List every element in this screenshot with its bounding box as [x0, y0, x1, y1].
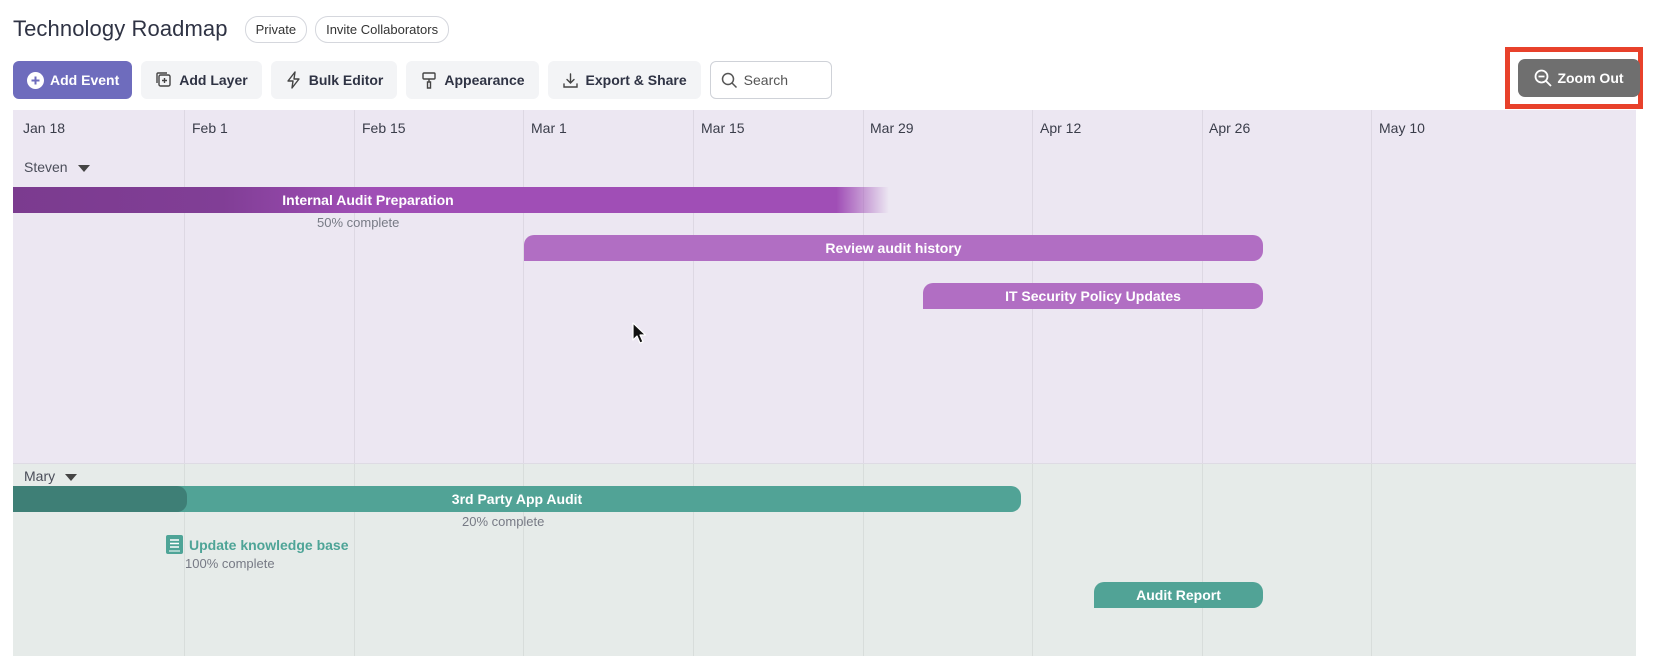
date-label: Apr 12	[1040, 120, 1082, 136]
appearance-button[interactable]: Appearance	[406, 61, 539, 99]
gridline	[693, 110, 694, 463]
zoom-out-label: Zoom Out	[1557, 70, 1624, 86]
date-label: May 10	[1379, 120, 1425, 136]
timeline: Jan 18 Feb 1 Feb 15 Mar 1 Mar 15 Mar 29 …	[13, 110, 1636, 656]
progress-label: 20% complete	[462, 514, 545, 529]
event-update-knowledge-base[interactable]: Update knowledge base	[166, 535, 348, 554]
lane-name: Steven	[24, 159, 68, 175]
progress-label: 50% complete	[317, 215, 400, 230]
add-event-button[interactable]: Add Event	[13, 61, 133, 99]
lane-label-steven[interactable]: Steven	[24, 159, 90, 175]
appearance-label: Appearance	[444, 72, 525, 88]
add-layer-button[interactable]: Add Layer	[141, 61, 262, 99]
search-icon	[721, 72, 738, 89]
progress-label: 100% complete	[185, 556, 275, 571]
search-input[interactable]: Search	[709, 61, 832, 99]
lightning-icon	[285, 71, 303, 89]
lane-steven: Jan 18 Feb 1 Feb 15 Mar 1 Mar 15 Mar 29 …	[13, 110, 1636, 463]
event-it-security-policy-updates[interactable]: IT Security Policy Updates	[923, 283, 1263, 309]
gridline	[354, 110, 355, 463]
event-title: 3rd Party App Audit	[451, 491, 583, 507]
add-layer-icon	[155, 71, 173, 89]
export-share-label: Export & Share	[585, 72, 687, 88]
lane-name: Mary	[24, 468, 56, 484]
gridline	[1202, 464, 1203, 656]
plus-circle-icon	[26, 71, 44, 89]
add-event-label: Add Event	[50, 72, 120, 88]
date-label: Jan 18	[23, 120, 66, 136]
page-title: Technology Roadmap	[13, 16, 228, 41]
gridline	[1371, 464, 1372, 656]
toolbar: Add Event Add Layer Bulk Editor Appearan…	[13, 61, 832, 99]
date-label: Apr 26	[1209, 120, 1251, 136]
book-icon	[166, 535, 183, 554]
gridline	[1032, 464, 1033, 656]
event-audit-report[interactable]: Audit Report	[1094, 582, 1263, 608]
zoom-out-button[interactable]: Zoom Out	[1518, 59, 1640, 97]
invite-collaborators-button[interactable]: Invite Collaborators	[315, 15, 450, 43]
date-label: Feb 1	[192, 120, 228, 136]
lane-mary: Mary 3rd Party App Audit 20% complete Up…	[13, 463, 1636, 656]
date-label: Mar 15	[701, 120, 745, 136]
progress-fill	[13, 486, 188, 512]
date-label: Feb 15	[362, 120, 406, 136]
event-title: Update knowledge base	[189, 536, 349, 553]
zoom-out-icon	[1534, 69, 1553, 87]
lane-label-mary[interactable]: Mary	[24, 468, 78, 484]
download-icon	[562, 71, 580, 89]
gridline	[1371, 110, 1372, 463]
gridline	[523, 110, 524, 463]
gridline	[184, 110, 185, 463]
bulk-editor-label: Bulk Editor	[308, 72, 384, 88]
paint-roller-icon	[420, 71, 438, 89]
search-placeholder: Search	[743, 72, 789, 88]
event-title: IT Security Policy Updates	[1005, 288, 1181, 304]
event-internal-audit-preparation[interactable]: Internal Audit Preparation	[13, 187, 889, 213]
event-3rd-party-app-audit[interactable]: 3rd Party App Audit	[13, 486, 1021, 512]
date-label: Mar 1	[531, 120, 567, 136]
chevron-down-icon[interactable]	[77, 164, 90, 172]
event-title: Internal Audit Preparation	[282, 192, 454, 208]
date-label: Mar 29	[870, 120, 914, 136]
zoom-out-highlight: Zoom Out	[1505, 47, 1643, 109]
gridline	[863, 110, 864, 463]
mouse-cursor-icon	[632, 322, 647, 349]
event-review-audit-history[interactable]: Review audit history	[524, 235, 1263, 261]
privacy-pill[interactable]: Private	[244, 15, 308, 43]
bulk-editor-button[interactable]: Bulk Editor	[270, 61, 398, 99]
event-title: Audit Report	[1136, 587, 1221, 603]
chevron-down-icon[interactable]	[65, 473, 78, 481]
event-title: Review audit history	[825, 240, 962, 256]
page-header: Technology Roadmap Private Invite Collab…	[13, 14, 450, 44]
export-share-button[interactable]: Export & Share	[547, 61, 701, 99]
add-layer-label: Add Layer	[179, 72, 248, 88]
